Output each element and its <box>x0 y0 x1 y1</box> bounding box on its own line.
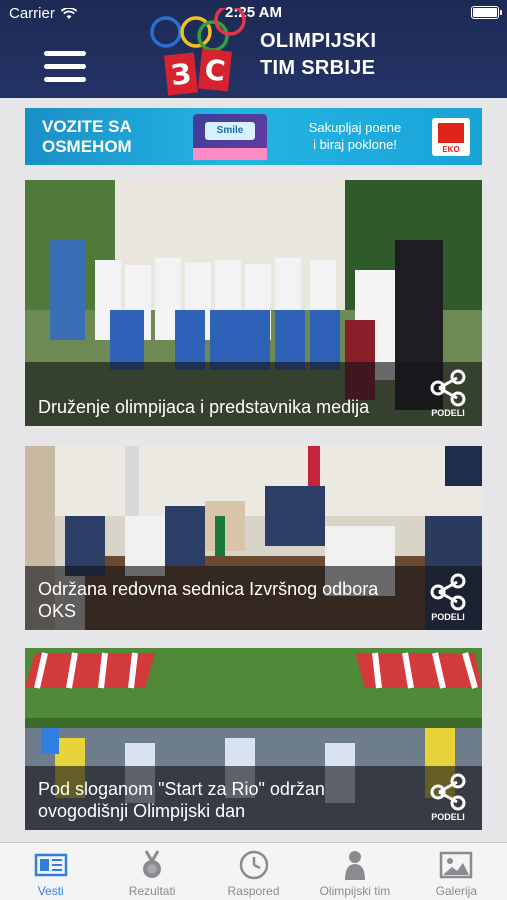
gallery-icon <box>440 851 473 879</box>
news-card[interactable]: Druženje olimpijaca i predstavnika medij… <box>25 180 482 426</box>
share-label: PODELI <box>431 408 465 418</box>
svg-text:З: З <box>169 57 192 92</box>
tab-label: Vesti <box>37 884 64 898</box>
share-button[interactable]: PODELI <box>426 368 470 420</box>
svg-text:С: С <box>203 53 227 88</box>
tab-vesti[interactable]: Vesti <box>0 843 101 900</box>
ad-promo-line-2: i biraj poklone! <box>313 137 397 152</box>
ad-promo: Sakupljaj poene i biraj poklone! <box>280 119 430 153</box>
tab-rezultati[interactable]: Rezultati <box>101 843 202 900</box>
brand-line-1: OLIMPIJSKI <box>260 30 377 52</box>
tab-label: Rezultati <box>128 884 176 898</box>
share-button[interactable]: PODELI <box>426 572 470 624</box>
ad-promo-line-1: Sakupljaj poene <box>308 120 402 135</box>
clock-icon <box>239 850 268 880</box>
tab-olimpijski-tim[interactable]: Olimpijski tim <box>304 843 405 900</box>
news-icon <box>34 853 67 877</box>
tab-galerija[interactable]: Galerija <box>406 843 507 900</box>
card-stripe <box>193 148 267 160</box>
share-label: PODELI <box>431 612 465 622</box>
eko-label: EKO <box>442 145 460 154</box>
person-icon <box>344 851 365 880</box>
brand-line-2: TIM SRBIJE <box>260 57 376 79</box>
news-title: Pod sloganom "Start za Rio" održan ovogo… <box>38 779 325 821</box>
news-title: Druženje olimpijaca i predstavnika medij… <box>38 397 370 417</box>
tab-raspored[interactable]: Raspored <box>203 843 304 900</box>
olympic-team-logo: З С <box>150 8 246 96</box>
tab-label: Galerija <box>435 884 477 898</box>
brand-title: OLIMPIJSKI TIM SRBIJE <box>260 28 376 82</box>
share-label: PODELI <box>431 812 465 822</box>
tab-bar: Vesti Rezultati Raspored Olimpijski tim … <box>0 842 507 900</box>
battery-icon <box>471 6 502 19</box>
eko-logo: EKO <box>432 118 470 156</box>
menu-bar <box>44 51 86 56</box>
app-header: Carrier 2:25 AM З С OLIMPIJSKI TIM SRBIJ… <box>0 0 507 98</box>
menu-bar <box>44 64 86 69</box>
ad-slogan-line-2: OSMEHOM <box>42 137 132 156</box>
share-icon <box>430 773 466 811</box>
tab-label: Raspored <box>227 884 280 898</box>
ad-slogan-line-1: VOZITE SA <box>42 117 132 136</box>
ad-slogan: VOZITE SA OSMEHOM <box>42 117 132 157</box>
menu-bar <box>44 77 86 82</box>
ad-banner[interactable]: VOZITE SA OSMEHOM Smile Sakupljaj poene … <box>25 108 482 165</box>
news-card[interactable]: Održana redovna sednica Izvršnog odbora … <box>25 446 482 630</box>
loyalty-card-image: Smile <box>193 114 267 160</box>
share-icon <box>430 573 466 611</box>
news-title: Održana redovna sednica Izvršnog odbora … <box>38 579 379 621</box>
medal-icon <box>143 850 162 878</box>
tab-label: Olimpijski tim <box>319 884 391 898</box>
news-card[interactable]: Pod sloganom "Start za Rio" održan ovogo… <box>25 648 482 830</box>
share-button[interactable]: PODELI <box>426 772 470 824</box>
card-label: Smile <box>205 122 255 140</box>
menu-button[interactable] <box>44 51 86 89</box>
share-icon <box>430 369 466 407</box>
